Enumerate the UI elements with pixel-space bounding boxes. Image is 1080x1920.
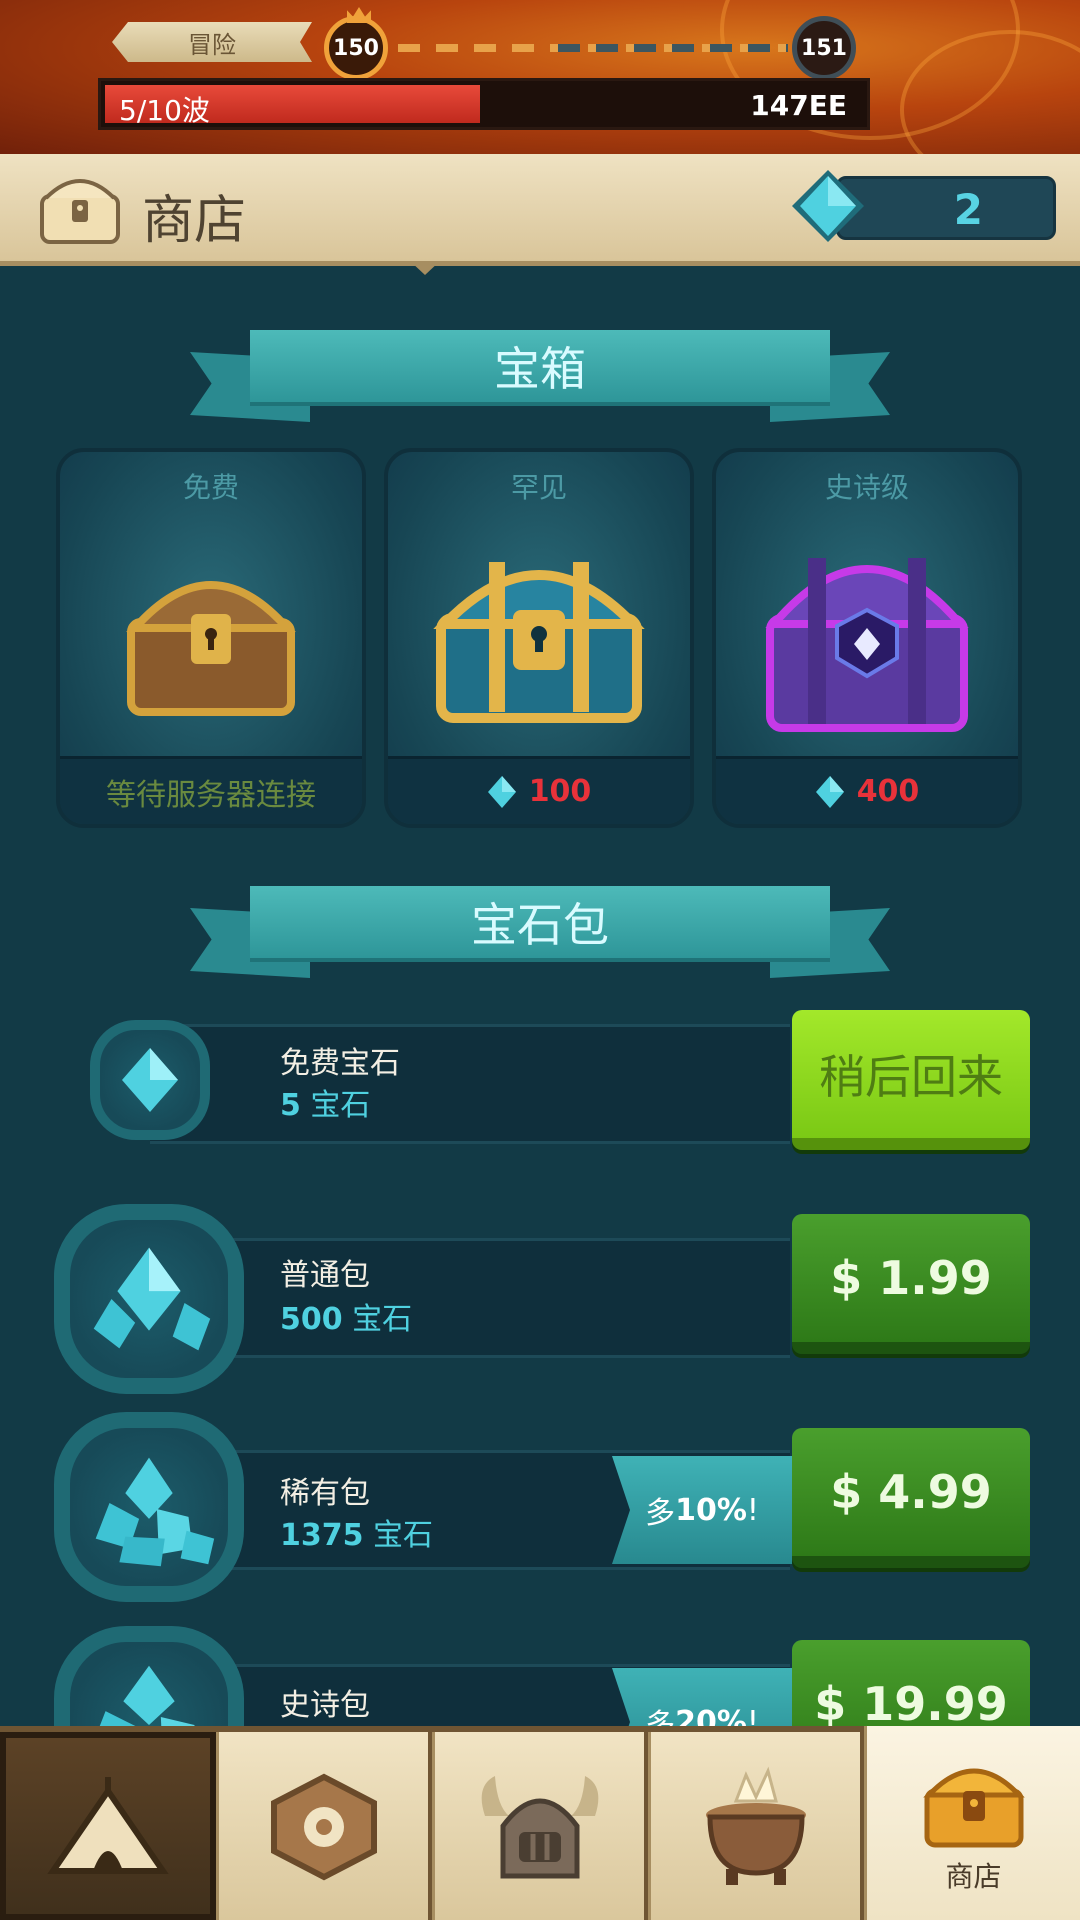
gem-pack-row-common: 普通包 500 宝石 $ 1.99	[0, 1204, 1080, 1394]
page-title: 商店	[142, 191, 247, 251]
chest-card-epic[interactable]: 史诗级 400	[712, 448, 1022, 828]
come-back-later-button[interactable]: 稍后回来	[792, 1010, 1030, 1150]
treasure-chest-icon	[922, 1768, 1025, 1848]
chest-card-free[interactable]: 免费 等待服务器连接	[56, 448, 366, 828]
gem-pack-row-rare: 稀有包 1375 宝石 多 10%! $ 4.99	[0, 1412, 1080, 1602]
chest-card-rare[interactable]: 罕见 100	[384, 448, 694, 828]
nav-item-camp[interactable]	[0, 1732, 216, 1920]
cauldron-icon	[705, 1766, 806, 1885]
gem-icon	[487, 775, 516, 808]
chests-section-banner: 宝箱	[190, 322, 890, 432]
score-text: 147EE	[750, 89, 847, 122]
hexagon-rune-icon	[270, 1773, 377, 1881]
crown-icon	[347, 7, 371, 23]
gem-pile-icon	[95, 1457, 215, 1567]
gem-pack-name: 免费宝石	[280, 1046, 400, 1081]
gem-balance[interactable]: 2	[836, 176, 1056, 240]
gem-pack-badge	[54, 1204, 244, 1394]
nav-item-cauldron[interactable]	[648, 1732, 860, 1920]
adventure-mode-label: 冒险	[112, 22, 312, 62]
wooden-chest-icon	[126, 581, 296, 716]
gem-pack-name: 史诗包	[280, 1688, 370, 1723]
chest-footer: 400	[716, 756, 1018, 824]
viking-helmet-icon	[481, 1776, 598, 1879]
chest-label: 罕见	[510, 471, 567, 504]
gem-cluster-icon	[93, 1247, 211, 1351]
next-level-badge: 151	[792, 16, 856, 80]
epic-chest-icon	[765, 558, 969, 732]
chest-label: 史诗级	[824, 471, 909, 504]
gem-pack-name: 普通包	[280, 1258, 370, 1293]
nav-item-heroes[interactable]	[432, 1732, 644, 1920]
chests-section-title: 宝箱	[250, 330, 830, 406]
wave-progress-bar: 5/10波 147EE	[98, 78, 870, 130]
shop-chest-icon	[40, 179, 120, 244]
chest-price: 400	[856, 774, 920, 809]
chest-label: 免费	[182, 471, 239, 504]
gem-pack-name: 稀有包	[280, 1476, 370, 1511]
gem-balance-value: 2	[953, 185, 983, 234]
current-level-badge: 150	[324, 7, 388, 80]
gem-icon	[122, 1048, 178, 1112]
gem-pack-amount: 5 宝石	[280, 1088, 371, 1123]
gem-pack-badge	[90, 1020, 210, 1140]
bottom-nav: 商店	[0, 1726, 1080, 1920]
gem-packs-section-title: 宝石包	[250, 886, 830, 962]
chest-status: 等待服务器连接	[106, 777, 316, 813]
nav-item-shop[interactable]: 商店	[864, 1726, 1080, 1920]
bonus-tag: 多 10%!	[612, 1456, 792, 1564]
camp-tent-icon	[47, 1777, 169, 1874]
gem-pack-badge	[54, 1412, 244, 1602]
chest-footer: 等待服务器连接	[60, 756, 362, 824]
nav-item-runes[interactable]	[216, 1732, 428, 1920]
gem-pack-row-free: 免费宝石 5 宝石 稍后回来	[0, 1010, 1080, 1160]
gem-packs-section-banner: 宝石包	[190, 878, 890, 988]
rare-chest-icon	[433, 562, 645, 723]
level-progress-track	[398, 44, 788, 52]
gem-pack-amount: 500 宝石	[280, 1302, 413, 1337]
chest-price: 100	[528, 774, 592, 809]
buy-button-rare[interactable]: $ 4.99	[792, 1428, 1030, 1568]
gem-icon	[815, 775, 844, 808]
chest-footer: 100	[388, 756, 690, 824]
nav-item-label: 商店	[945, 1860, 1002, 1893]
gem-icon	[792, 170, 864, 242]
buy-button-common[interactable]: $ 1.99	[792, 1214, 1030, 1354]
next-level-number: 151	[801, 35, 847, 61]
gem-pack-amount: 1375 宝石	[280, 1518, 434, 1553]
wave-text: 5/10波	[119, 94, 210, 127]
current-level-number: 150	[333, 35, 379, 61]
adventure-banner: 冒险 150 151 5/10波 147EE	[0, 0, 1080, 160]
